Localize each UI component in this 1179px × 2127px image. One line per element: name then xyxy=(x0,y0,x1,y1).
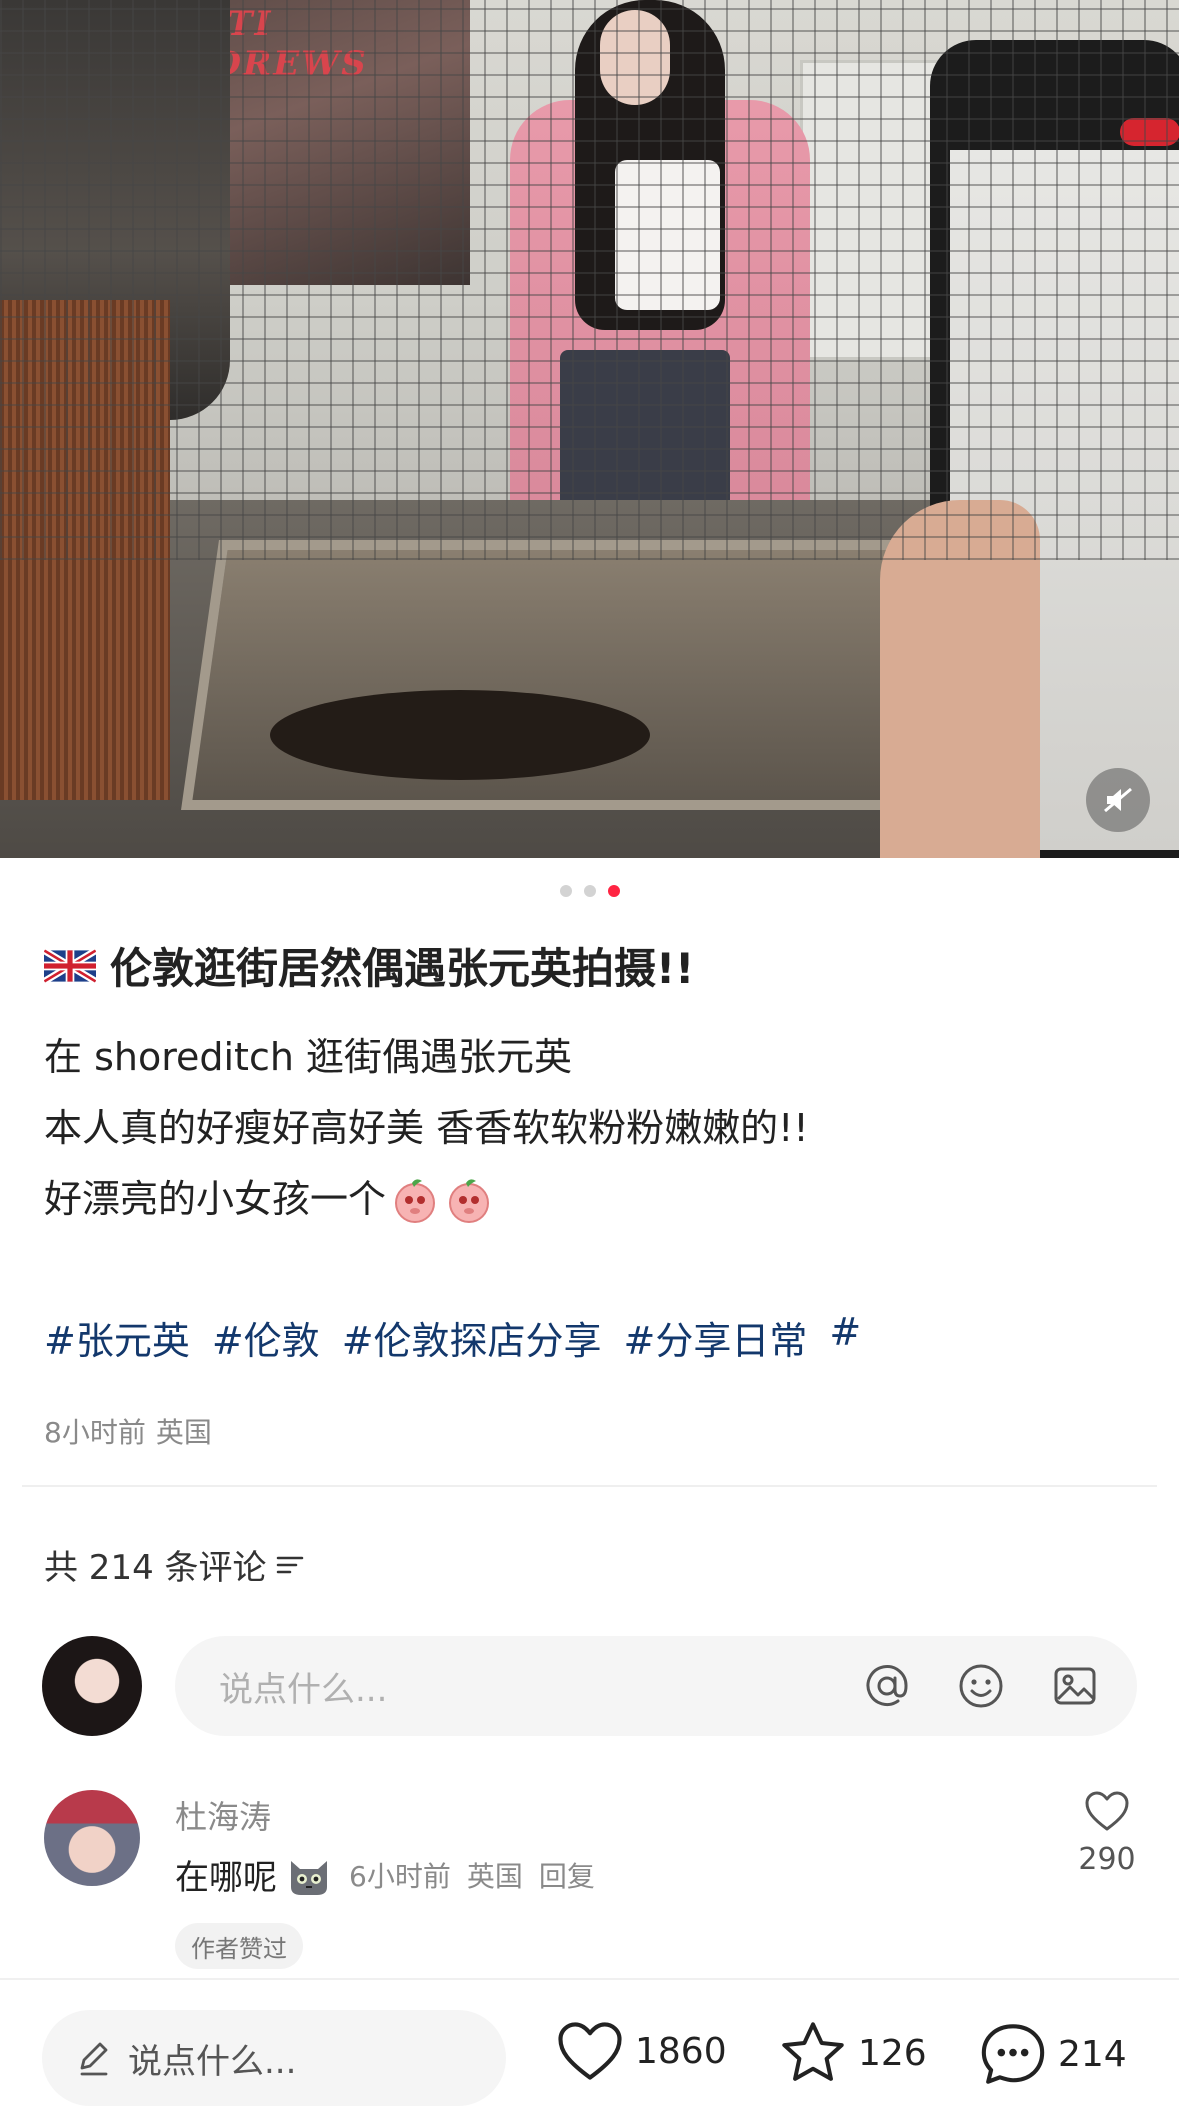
comment-author-name[interactable]: 杜海涛 xyxy=(175,1792,271,1838)
bottom-action-bar: 说点什么... 1860 126 214 xyxy=(0,1978,1179,2127)
post-location: 英国 xyxy=(155,1416,212,1449)
comment-input[interactable]: 说点什么... xyxy=(175,1636,1137,1736)
cat-emoji-icon xyxy=(291,1860,327,1895)
mute-icon xyxy=(1104,787,1132,813)
divider xyxy=(22,1485,1157,1487)
post-title: 伦敦逛街居然偶遇张元英拍摄!! xyxy=(44,935,1144,996)
bottom-input-placeholder: 说点什么... xyxy=(128,2041,297,2082)
like-button[interactable]: 1860 xyxy=(555,2020,727,2082)
hashtag-link[interactable]: # xyxy=(829,1310,861,1365)
comment-count: 214 xyxy=(1058,2033,1127,2075)
at-icon xyxy=(866,1665,908,1706)
comment-count-label: 共 214 条评论 xyxy=(44,1548,267,1588)
comment-button[interactable]: 214 xyxy=(978,2020,1127,2088)
favorite-count: 126 xyxy=(858,2032,927,2074)
comment-reply-button[interactable]: 回复 xyxy=(539,1855,595,1895)
like-count: 1860 xyxy=(635,2030,727,2072)
comment-author-avatar[interactable] xyxy=(44,1790,140,1886)
pencil-icon xyxy=(80,2042,108,2076)
emoji-icon xyxy=(959,1664,1003,1708)
comment-content[interactable]: 在哪呢 6小时前 英国 回复 xyxy=(175,1850,595,1899)
comment-time: 6小时前 xyxy=(349,1859,451,1893)
post-body-line: 在 shoreditch 逛街偶遇张元英 xyxy=(44,1035,573,1079)
hashtag-link[interactable]: #伦敦探店分享 xyxy=(342,1310,602,1365)
carousel-indicator xyxy=(0,885,1179,897)
post-body: 在 shoreditch 逛街偶遇张元英 本人真的好瘦好高好美 香香软软粉粉嫩嫩… xyxy=(44,1022,1144,1235)
post-image[interactable]: YINTI ANDREWS xyxy=(0,0,1179,858)
image-icon xyxy=(1054,1667,1096,1705)
comment-input-placeholder: 说点什么... xyxy=(219,1669,388,1710)
post-body-line: 好漂亮的小女孩一个 xyxy=(44,1177,387,1221)
author-liked-badge: 作者赞过 xyxy=(175,1923,303,1969)
mute-button[interactable] xyxy=(1086,768,1150,832)
star-icon xyxy=(782,2022,844,2081)
comment-like-button[interactable]: 290 xyxy=(1070,1790,1144,1877)
post-title-text: 伦敦逛街居然偶遇张元英拍摄!! xyxy=(110,944,695,993)
comment-count-sort[interactable]: 共 214 条评论 xyxy=(44,1540,305,1589)
bottom-comment-input[interactable]: 说点什么... xyxy=(42,2010,506,2106)
carousel-dot-active[interactable] xyxy=(607,885,620,897)
mention-button[interactable] xyxy=(861,1660,913,1712)
post-time: 8小时前 xyxy=(44,1416,146,1449)
comment-location: 英国 xyxy=(466,1859,523,1893)
heart-icon xyxy=(558,2022,622,2080)
favorite-button[interactable]: 126 xyxy=(778,2020,927,2086)
hashtag-link[interactable]: #伦敦 xyxy=(212,1310,320,1365)
post-body-line: 本人真的好瘦好高好美 香香软软粉粉嫩嫩的!! xyxy=(44,1106,809,1150)
peach-emoji-icon xyxy=(395,1178,436,1223)
peach-emoji-icon xyxy=(449,1178,490,1223)
carousel-dot[interactable] xyxy=(583,885,596,897)
post-tags: #张元英 #伦敦 #伦敦探店分享 #分享日常 # xyxy=(44,1310,1144,1365)
image-coffee-beans xyxy=(270,690,650,780)
emoji-button[interactable] xyxy=(955,1660,1007,1712)
heart-icon xyxy=(1085,1791,1129,1831)
sort-icon xyxy=(276,1556,303,1573)
current-user-avatar[interactable] xyxy=(42,1636,142,1736)
post-meta: 8小时前 英国 xyxy=(44,1411,212,1451)
hashtag-link[interactable]: #分享日常 xyxy=(624,1310,808,1365)
comment-text: 在哪呢 xyxy=(175,1858,277,1898)
comment-bubble-icon xyxy=(981,2024,1045,2084)
image-button[interactable] xyxy=(1049,1660,1101,1712)
image-mesh xyxy=(0,0,1179,560)
uk-flag-icon xyxy=(44,948,96,983)
carousel-dot[interactable] xyxy=(559,885,572,897)
comment-like-count: 290 xyxy=(1078,1842,1136,1877)
hashtag-link[interactable]: #张元英 xyxy=(44,1310,190,1365)
